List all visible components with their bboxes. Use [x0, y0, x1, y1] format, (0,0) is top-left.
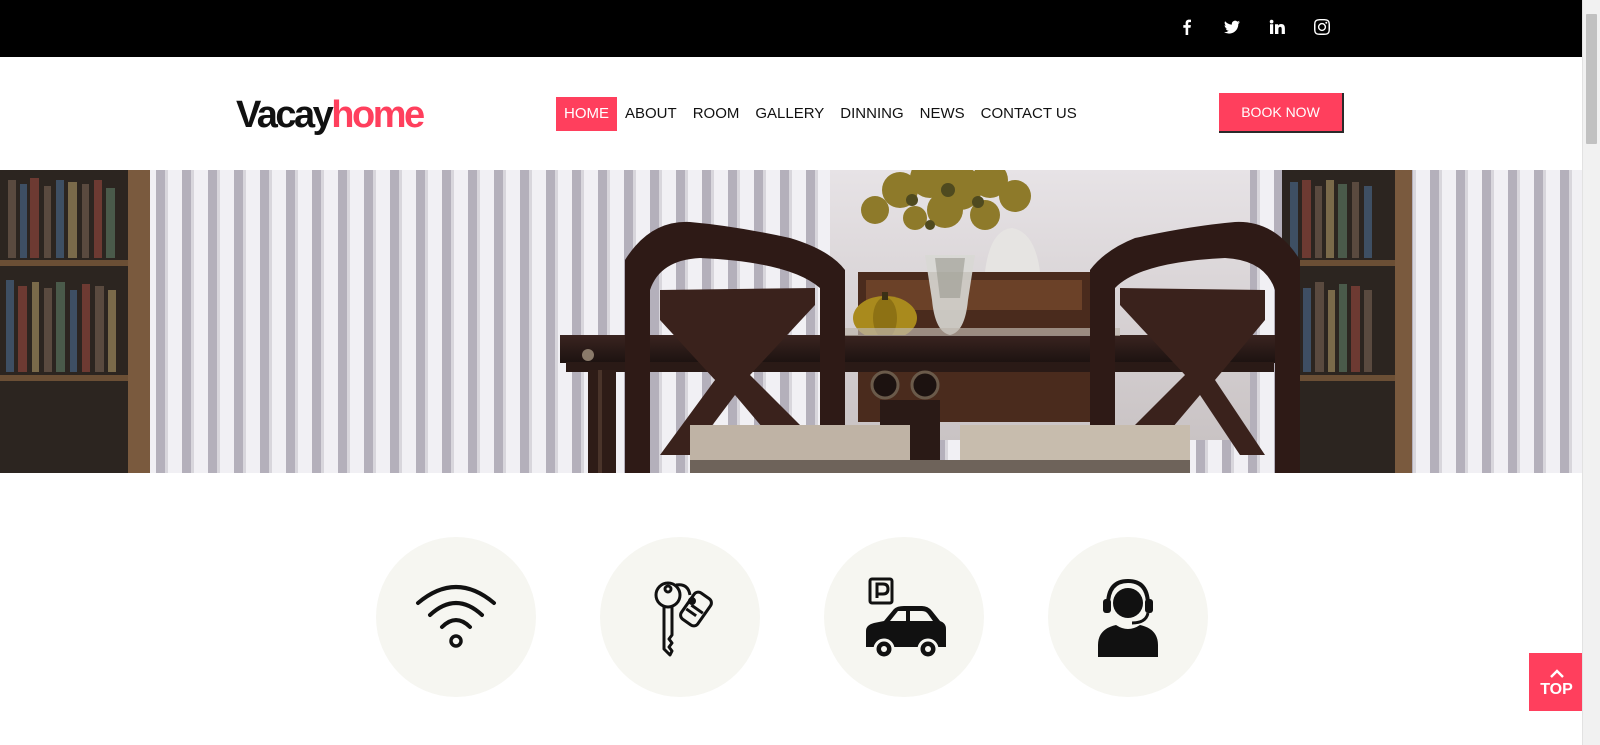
page-scrollbar[interactable]: [1582, 0, 1600, 745]
nav-item-room[interactable]: ROOM: [685, 97, 748, 131]
nav-item-news[interactable]: NEWS: [912, 97, 973, 131]
support-agent-icon: [1098, 578, 1158, 657]
linkedin-icon[interactable]: [1266, 16, 1288, 38]
logo-text-vacay: Vacay: [236, 94, 334, 136]
slider-prev-arrow[interactable]: [0, 170, 120, 473]
back-to-top-label: TOP: [1540, 681, 1573, 698]
nav-item-dinning[interactable]: DINNING: [832, 97, 911, 131]
feature-parking: [824, 537, 984, 697]
nav-item-contact-us[interactable]: CONTACT US: [973, 97, 1085, 131]
top-bar: [0, 0, 1583, 57]
hero-image: [0, 170, 1583, 473]
scrollbar-thumb[interactable]: [1586, 14, 1597, 144]
main-nav: HOME ABOUT ROOM GALLERY DINNING NEWS CON…: [556, 97, 1085, 131]
nav-item-about[interactable]: ABOUT: [617, 97, 685, 131]
back-to-top-button[interactable]: TOP: [1529, 653, 1584, 711]
slider-next-arrow[interactable]: [1463, 170, 1583, 473]
chevron-up-icon: [1549, 669, 1564, 678]
site-header: Vacayhome HOME ABOUT ROOM GALLERY DINNIN…: [0, 57, 1583, 170]
hero-slider: [0, 170, 1583, 473]
feature-support: [1048, 537, 1208, 697]
parking-car-icon: [866, 577, 946, 659]
book-now-button[interactable]: BOOK NOW: [1219, 93, 1344, 133]
wifi-icon: [416, 585, 496, 648]
logo-text-home: home: [331, 94, 425, 136]
nav-item-home[interactable]: HOME: [556, 97, 617, 131]
feature-room-key: [600, 537, 760, 697]
instagram-icon[interactable]: [1311, 16, 1333, 38]
facebook-icon[interactable]: [1176, 16, 1198, 38]
nav-item-gallery[interactable]: GALLERY: [747, 97, 832, 131]
twitter-icon[interactable]: [1221, 16, 1243, 38]
feature-wifi: [376, 537, 536, 697]
key-icon: [654, 581, 713, 657]
site-logo[interactable]: Vacayhome: [236, 93, 425, 137]
